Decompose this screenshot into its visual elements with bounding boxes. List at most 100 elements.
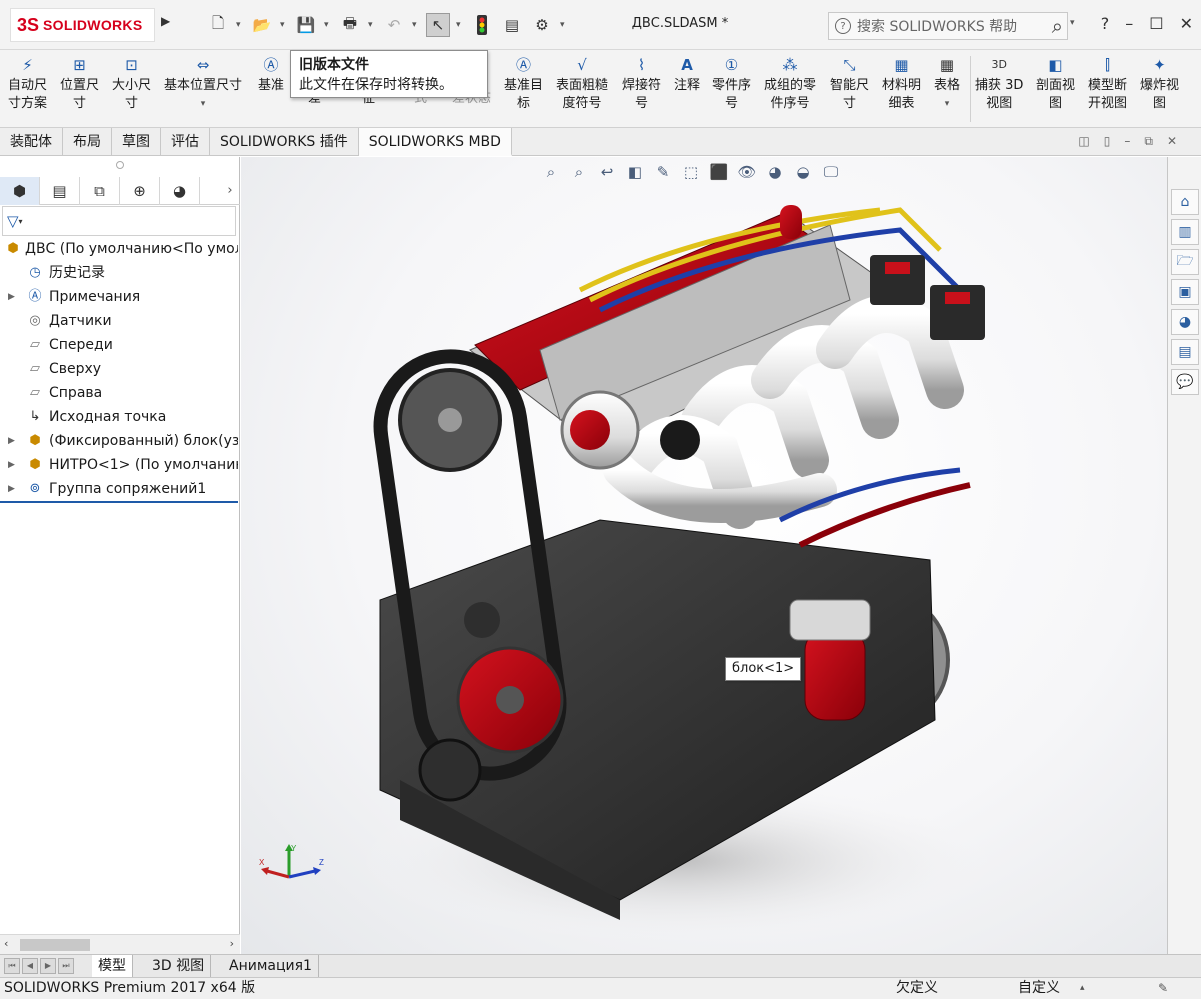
print-icon[interactable]: 🖶 [338,13,362,37]
solidworks-forum-icon[interactable]: 💬 [1171,369,1199,395]
section-view-button[interactable]: ◧ 剖面视 图 [1036,54,1075,113]
tab-assembly[interactable]: 装配体 [0,128,63,156]
scroll-right-icon[interactable]: › [230,937,234,950]
options-dropdown-icon[interactable]: ▾ [560,20,568,30]
capture-3d-view-button[interactable]: 3D 捕获 3D 视图 [975,54,1023,113]
rebuild-traffic-light-icon[interactable] [470,13,494,37]
search-icon[interactable]: ⌕ [1052,14,1067,38]
tree-item-top-plane[interactable]: ▱ Сверху [0,357,238,381]
horizontal-scrollbar[interactable]: ‹ › [0,934,240,954]
note-button[interactable]: A 注释 [674,54,700,95]
scroll-left-icon[interactable]: ‹ [4,937,8,950]
appearances-scenes-icon[interactable]: ◕ [1171,309,1199,335]
new-dropdown-icon[interactable]: ▾ [236,20,244,30]
table-dropdown-icon[interactable]: ▾ [945,95,950,113]
tree-item-origin[interactable]: ↳ Исходная точка [0,405,238,429]
tree-item-root-assembly[interactable]: ⬢ ДВС (По умолчанию<По умолчанию [0,237,238,261]
filter-dropdown-icon[interactable]: ▾ [19,217,23,226]
undo-dropdown-icon[interactable]: ▾ [412,20,420,30]
dropdown-icon[interactable]: ▾ [201,95,206,113]
prev-tab-icon[interactable]: ◀ [22,958,38,974]
model-break-view-button[interactable]: ⫿ 模型断 开视图 [1088,54,1127,113]
view-palette-icon[interactable]: ▣ [1171,279,1199,305]
tree-item-nitro-subassembly[interactable]: ▶ ⬢ НИТРО<1> (По умолчанию [0,453,238,477]
rollback-bar[interactable] [0,501,238,503]
expand-arrow-icon[interactable]: ▶ [8,429,18,453]
stacked-balloon-button[interactable]: ⁂ 成组的零 件序号 [764,54,816,113]
size-dimension-button[interactable]: ⊡ 大小尺 寸 [112,54,151,113]
configuration-manager-tab-icon[interactable]: ⧉ [80,177,120,205]
solidworks-resources-home-icon[interactable]: ⌂ [1171,189,1199,215]
tree-item-annotations[interactable]: ▶ Ⓐ Примечания [0,285,238,309]
datum-target-button[interactable]: Ⓐ 基准目 标 [504,54,543,113]
tab-evaluate[interactable]: 评估 [161,128,210,156]
quick-tips-icon[interactable]: ✎ [1158,978,1168,999]
save-dropdown-icon[interactable]: ▾ [324,20,332,30]
tree-item-sensors[interactable]: ◎ Датчики [0,309,238,333]
balloon-button[interactable]: ① 零件序 号 [712,54,751,113]
expand-arrow-icon[interactable]: ▶ [8,477,18,501]
unit-dropdown-icon[interactable]: ▴ [1080,978,1085,999]
viewport-maximize-icon[interactable]: ⧉ [1144,134,1153,149]
tab-addins[interactable]: SOLIDWORKS 插件 [210,128,359,156]
design-library-icon[interactable]: ▥ [1171,219,1199,245]
expand-arrow-icon[interactable]: ▶ [8,453,18,477]
tree-item-block-subassembly[interactable]: ▶ ⬢ (Фиксированный) блок(узел1)<1> (По у… [0,429,238,453]
new-document-icon[interactable]: 🗋 [206,13,230,37]
open-dropdown-icon[interactable]: ▾ [280,20,288,30]
file-explorer-icon[interactable]: 🗁 [1171,249,1199,275]
menu-expand-arrow-icon[interactable]: ▶ [161,14,170,28]
bom-button[interactable]: ▦ 材料明 细表 [882,54,921,113]
maximize-icon[interactable]: ☐ [1149,14,1163,33]
minimize-icon[interactable]: – [1125,14,1133,33]
property-manager-tab-icon[interactable]: ▤ [40,177,80,205]
open-document-icon[interactable]: 📂 [250,13,274,37]
tab-model[interactable]: 模型 [92,955,133,977]
location-dimension-button[interactable]: ⊞ 位置尺 寸 [60,54,99,113]
select-pointer-icon[interactable]: ↖ [426,13,450,37]
engine-3d-model[interactable] [241,157,1167,954]
tab-animation[interactable]: Анимация1 [223,955,319,977]
scrollbar-thumb[interactable] [20,939,90,951]
basic-location-dimension-button[interactable]: ⇔ 基本位置尺寸 ▾ [164,54,242,113]
next-tab-icon[interactable]: ▶ [40,958,56,974]
tree-item-history[interactable]: ◷ 历史记录 [0,261,238,285]
first-tab-icon[interactable]: ⏮ [4,958,20,974]
file-properties-icon[interactable]: ▤ [500,13,524,37]
undo-icon[interactable]: ↶ [382,13,406,37]
expand-arrow-icon[interactable]: ▶ [8,285,18,309]
datum-button[interactable]: Ⓐ 基准 [258,54,284,95]
tree-item-right-plane[interactable]: ▱ Справа [0,381,238,405]
display-manager-tab-icon[interactable]: ◕ [160,177,200,205]
tab-sketch[interactable]: 草图 [112,128,161,156]
panel-grip-icon[interactable] [116,161,124,169]
surface-finish-button[interactable]: √ 表面粗糙 度符号 [556,54,608,113]
viewport-minimize-icon[interactable]: – [1124,134,1130,149]
more-tabs-icon[interactable]: › [220,177,240,204]
auto-dimension-scheme-button[interactable]: ⚡ 自动尺 寸方案 [8,54,47,113]
search-dropdown-icon[interactable]: ▾ [1070,18,1075,28]
tab-mbd[interactable]: SOLIDWORKS MBD [358,128,512,156]
graphics-viewport[interactable]: ⌕ ⌕ ↩ ◧ ✎ ⬚ ⬛ 👁 ◕ ◒ 🖵 блок<1> Y X Z [241,157,1167,954]
unit-system-selector[interactable]: 自定义 [1018,978,1060,999]
save-icon[interactable]: 💾 [294,13,318,37]
tab-3d-views[interactable]: 3D 视图 [146,955,212,977]
feature-manager-tab-icon[interactable]: ⬢ [0,177,40,205]
viewport-tile-icon[interactable]: ◫ [1078,134,1089,149]
tree-item-mate-group[interactable]: ▶ ⊚ Группа сопряжений1 [0,477,238,501]
smart-dimension-button[interactable]: ⤡ 智能尺 寸 [830,54,869,113]
help-search-input[interactable]: ? 搜索 SOLIDWORKS 帮助 ⌕ [828,12,1068,40]
select-dropdown-icon[interactable]: ▾ [456,20,464,30]
solidworks-logo[interactable]: 3S SOLIDWORKS [10,8,155,42]
help-menu-button[interactable]: ? [1101,14,1110,33]
options-gear-icon[interactable]: ⚙ [530,13,554,37]
tree-filter-input[interactable]: ▽ ▾ [2,206,236,236]
viewport-restore-icon[interactable]: ▯ [1104,134,1111,149]
dimxpert-manager-tab-icon[interactable]: ⊕ [120,177,160,205]
exploded-view-button[interactable]: ✦ 爆炸视 图 [1140,54,1179,113]
print-dropdown-icon[interactable]: ▾ [368,20,376,30]
close-icon[interactable]: ✕ [1180,14,1193,33]
tree-item-front-plane[interactable]: ▱ Спереди [0,333,238,357]
last-tab-icon[interactable]: ⏭ [58,958,74,974]
custom-properties-icon[interactable]: ▤ [1171,339,1199,365]
